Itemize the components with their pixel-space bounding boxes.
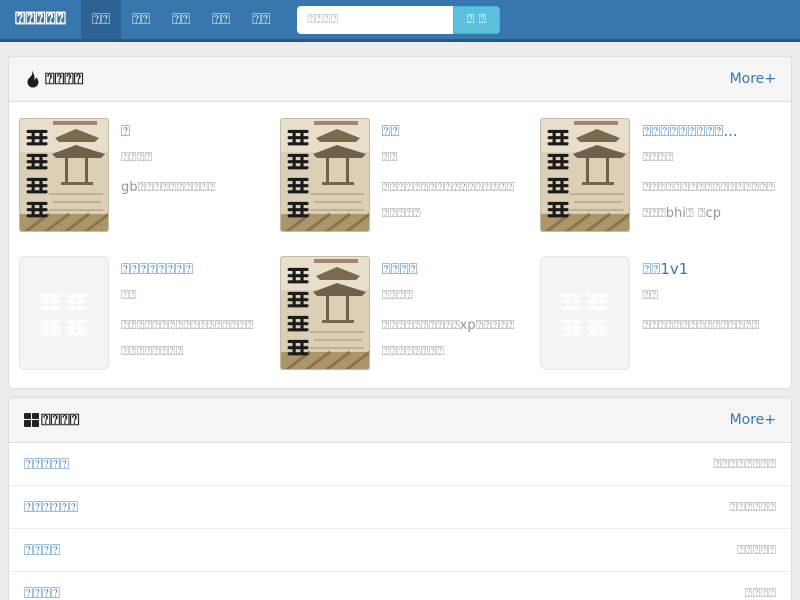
book-title-link[interactable]: ⍰⍰⍰⍰⍰⍰⍰⍰: [121, 260, 260, 278]
book-description: ⍰⍰⍰⍰⍰⍰⍰⍰⍰⍰xp⍰⍰⍰⍰⍰⍰⍰⍰⍰⍰⍰⍰⍰: [382, 313, 521, 365]
book-author: ⍰⍰: [642, 288, 781, 303]
list-item-title-link[interactable]: ⍰⍰⍰⍰: [24, 541, 60, 559]
list-item-meta: ⍰⍰⍰⍰⍰⍰: [729, 500, 776, 515]
list-item: ⍰⍰⍰⍰ ⍰⍰⍰⍰⍰: [9, 529, 791, 572]
list-item-title-link[interactable]: ⍰⍰⍰⍰⍰⍰: [24, 498, 78, 516]
book-cover-image[interactable]: [19, 118, 109, 232]
book-description: gb⍰⍰⍰⍰⍰⍰⍰⍰⍰⍰: [121, 175, 260, 201]
hot-cards-grid: ⍰ ⍰⍰⍰⍰ gb⍰⍰⍰⍰⍰⍰⍰⍰⍰⍰ ⍰⍰ ⍰⍰ ⍰⍰⍰⍰⍰⍰⍰⍰⍰⍰⍰⍰⍰⍰…: [9, 102, 791, 388]
list-item-meta: ⍰⍰⍰⍰⍰⍰⍰⍰: [714, 457, 776, 472]
list-item-title-link[interactable]: ⍰⍰⍰⍰: [24, 584, 60, 600]
list-item-meta: ⍰⍰⍰⍰⍰: [737, 543, 776, 558]
nav-item-2[interactable]: ⍰⍰: [121, 0, 161, 39]
hot-section: ⍰⍰⍰⍰ More+ ⍰ ⍰⍰⍰⍰ gb⍰⍰⍰⍰⍰⍰⍰⍰⍰⍰ ⍰⍰ ⍰⍰ ⍰⍰⍰…: [8, 56, 792, 389]
book-author: ⍰⍰: [382, 150, 521, 165]
book-card: ⍰⍰⍰⍰⍰⍰⍰⍰ ⍰⍰ ⍰⍰⍰⍰⍰⍰⍰⍰⍰⍰⍰⍰⍰⍰⍰⍰⍰⍰⍰⍰⍰⍰⍰⍰⍰: [9, 244, 270, 382]
book-author: ⍰⍰⍰⍰: [642, 150, 781, 165]
nav-item-3[interactable]: ⍰⍰: [161, 0, 201, 39]
book-card: ⍰⍰⍰⍰⍰⍰⍰⍰⍰... ⍰⍰⍰⍰ ⍰⍰⍰⍰⍰⍰⍰⍰⍰⍰⍰⍰⍰⍰⍰⍰⍰⍰⍰⍰bh…: [530, 106, 791, 244]
latest-list: ⍰⍰⍰⍰⍰ ⍰⍰⍰⍰⍰⍰⍰⍰ ⍰⍰⍰⍰⍰⍰ ⍰⍰⍰⍰⍰⍰ ⍰⍰⍰⍰ ⍰⍰⍰⍰⍰ …: [9, 443, 791, 600]
book-description: ⍰⍰⍰⍰⍰⍰⍰⍰⍰⍰⍰⍰⍰⍰⍰⍰⍰⍰⍰⍰bhi⍰ ⍰cp: [642, 175, 781, 227]
book-description: ⍰⍰⍰⍰⍰⍰⍰⍰⍰⍰⍰⍰⍰⍰⍰⍰⍰⍰⍰⍰⍰⍰: [382, 175, 521, 227]
nav-item-4[interactable]: ⍰⍰: [201, 0, 241, 39]
book-description: ⍰⍰⍰⍰⍰⍰⍰⍰⍰⍰⍰⍰⍰⍰⍰⍰⍰⍰⍰⍰⍰⍰⍰⍰⍰: [121, 313, 260, 365]
book-author: ⍰⍰⍰⍰: [121, 150, 260, 165]
fire-icon: [24, 70, 39, 88]
book-cover-placeholder[interactable]: [19, 256, 109, 370]
book-title-link[interactable]: ⍰⍰⍰⍰: [382, 260, 521, 278]
latest-section-title-text: ⍰⍰⍰⍰: [41, 410, 79, 430]
search-button[interactable]: ⍰ ⍰: [453, 6, 500, 34]
list-item: ⍰⍰⍰⍰⍰⍰ ⍰⍰⍰⍰⍰⍰: [9, 486, 791, 529]
book-author: ⍰⍰⍰⍰: [382, 288, 521, 303]
latest-section-title: ⍰⍰⍰⍰: [24, 410, 79, 430]
list-item-meta: ⍰⍰⍰⍰: [745, 586, 776, 600]
book-title-link[interactable]: ⍰: [121, 122, 260, 140]
book-author: ⍰⍰: [121, 288, 260, 303]
book-title-link[interactable]: ⍰⍰⍰⍰⍰⍰⍰⍰⍰...: [642, 122, 781, 140]
book-cover-placeholder[interactable]: [540, 256, 630, 370]
latest-section: ⍰⍰⍰⍰ More+ ⍰⍰⍰⍰⍰ ⍰⍰⍰⍰⍰⍰⍰⍰ ⍰⍰⍰⍰⍰⍰ ⍰⍰⍰⍰⍰⍰ …: [8, 397, 792, 600]
latest-more-link[interactable]: More+: [730, 412, 776, 428]
hot-section-title: ⍰⍰⍰⍰: [24, 69, 83, 89]
latest-section-header: ⍰⍰⍰⍰ More+: [9, 398, 791, 443]
book-card: ⍰⍰ ⍰⍰ ⍰⍰⍰⍰⍰⍰⍰⍰⍰⍰⍰⍰⍰⍰⍰⍰⍰⍰⍰⍰⍰⍰: [270, 106, 531, 244]
search-form: ⍰ ⍰: [297, 0, 500, 39]
hot-section-title-text: ⍰⍰⍰⍰: [45, 69, 83, 89]
book-card: ⍰⍰⍰⍰ ⍰⍰⍰⍰ ⍰⍰⍰⍰⍰⍰⍰⍰⍰⍰xp⍰⍰⍰⍰⍰⍰⍰⍰⍰⍰⍰⍰⍰: [270, 244, 531, 382]
list-item: ⍰⍰⍰⍰⍰ ⍰⍰⍰⍰⍰⍰⍰⍰: [9, 443, 791, 486]
search-input[interactable]: [297, 6, 453, 34]
hot-section-header: ⍰⍰⍰⍰ More+: [9, 57, 791, 102]
list-item: ⍰⍰⍰⍰ ⍰⍰⍰⍰: [9, 572, 791, 600]
book-cover-image[interactable]: [280, 118, 370, 232]
grid-icon: [24, 413, 39, 427]
book-cover-image[interactable]: [280, 256, 370, 370]
main-nav: ⍰⍰ ⍰⍰ ⍰⍰ ⍰⍰ ⍰⍰: [81, 0, 281, 39]
book-card: ⍰⍰1v1 ⍰⍰ ⍰⍰⍰⍰⍰⍰⍰⍰⍰⍰⍰⍰⍰⍰⍰: [530, 244, 791, 382]
book-card: ⍰ ⍰⍰⍰⍰ gb⍰⍰⍰⍰⍰⍰⍰⍰⍰⍰: [9, 106, 270, 244]
site-brand[interactable]: ⍰⍰⍰⍰⍰: [0, 0, 81, 39]
book-description: ⍰⍰⍰⍰⍰⍰⍰⍰⍰⍰⍰⍰⍰⍰⍰: [642, 313, 781, 339]
list-item-title-link[interactable]: ⍰⍰⍰⍰⍰: [24, 455, 69, 473]
navbar: ⍰⍰⍰⍰⍰ ⍰⍰ ⍰⍰ ⍰⍰ ⍰⍰ ⍰⍰ ⍰ ⍰: [0, 0, 800, 42]
hot-more-link[interactable]: More+: [730, 71, 776, 87]
nav-item-1[interactable]: ⍰⍰: [81, 0, 121, 39]
nav-item-5[interactable]: ⍰⍰: [241, 0, 281, 39]
book-title-link[interactable]: ⍰⍰: [382, 122, 521, 140]
book-title-link[interactable]: ⍰⍰1v1: [642, 260, 781, 278]
book-cover-image[interactable]: [540, 118, 630, 232]
